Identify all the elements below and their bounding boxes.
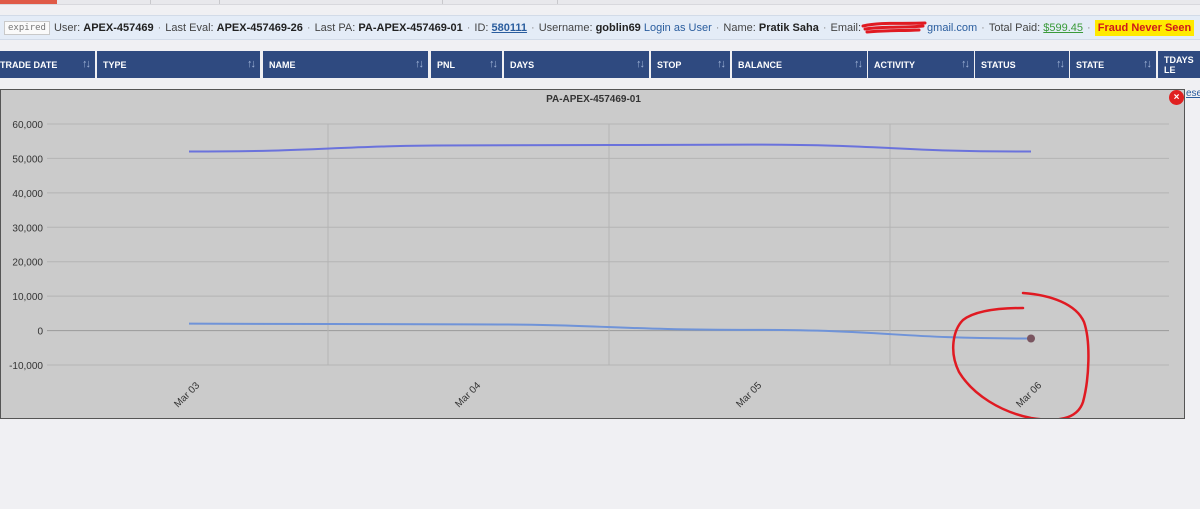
email-label: Email: bbox=[830, 21, 862, 34]
column-header-days[interactable]: DAYS ↑↓ bbox=[504, 51, 649, 78]
tab-separator bbox=[150, 0, 151, 4]
y-tick-label: -10,000 bbox=[9, 361, 43, 372]
y-tick-label: 10,000 bbox=[12, 292, 43, 303]
sort-icon[interactable]: ↑↓ bbox=[82, 58, 91, 70]
tab-separator bbox=[557, 0, 558, 4]
y-tick-label: 50,000 bbox=[12, 154, 43, 165]
redaction-scribble bbox=[861, 20, 927, 36]
sort-icon[interactable]: ↑↓ bbox=[636, 58, 645, 70]
username-label: Username: bbox=[538, 21, 593, 34]
separator: · bbox=[306, 21, 311, 34]
separator: · bbox=[466, 21, 471, 34]
column-header-activity[interactable]: ACTIVITY ↑↓ bbox=[868, 51, 974, 78]
column-header-label: STATE bbox=[1076, 59, 1105, 70]
sort-icon[interactable]: ↑↓ bbox=[1143, 58, 1152, 70]
line-chart: 60,000 50,000 40,000 30,000 20,000 10,000 0 -10… bbox=[9, 120, 1169, 418]
y-tick-label: 60,000 bbox=[12, 120, 43, 131]
tab-separator bbox=[219, 0, 220, 4]
id-link[interactable]: 580111 bbox=[492, 22, 528, 34]
separator: · bbox=[981, 21, 985, 34]
last-pa-label: Last PA: bbox=[314, 21, 356, 34]
sort-icon[interactable]: ↑↓ bbox=[1056, 58, 1065, 70]
sort-icon[interactable]: ↑↓ bbox=[415, 58, 424, 70]
status-badge: expired bbox=[4, 20, 50, 35]
last-eval-value: APEX-457469-26 bbox=[216, 21, 303, 34]
reset-zoom-link[interactable]: eset bbox=[1186, 88, 1200, 99]
separator: · bbox=[157, 21, 162, 34]
y-tick-label: 20,000 bbox=[12, 258, 43, 269]
x-tick-label: Mar 06 bbox=[1014, 380, 1044, 410]
active-tab-indicator[interactable] bbox=[0, 0, 57, 4]
last-pa-value: PA-APEX-457469-01 bbox=[358, 21, 463, 34]
column-header-label: TYPE bbox=[103, 59, 127, 70]
sort-icon[interactable]: ↑↓ bbox=[489, 58, 498, 70]
column-header-trade-date[interactable]: TRADE DATE ↑↓ bbox=[0, 51, 95, 78]
separator: · bbox=[715, 21, 720, 34]
column-header-type[interactable]: TYPE ↑↓ bbox=[97, 51, 260, 78]
column-header-label: ACTIVITY bbox=[874, 59, 916, 70]
fraud-status-badge: Fraud Never Seen bbox=[1094, 19, 1195, 36]
sort-icon[interactable]: ↑↓ bbox=[247, 58, 256, 70]
email-value[interactable]: gmail.com bbox=[927, 22, 977, 34]
column-header-status[interactable]: STATUS ↑↓ bbox=[975, 51, 1069, 78]
column-header-label: NAME bbox=[269, 59, 296, 70]
username-value: goblin69 bbox=[595, 21, 641, 34]
total-paid-label: Total Paid: bbox=[988, 21, 1041, 34]
column-header-label: PNL bbox=[437, 59, 455, 70]
column-header-tdays-left[interactable]: TDAYS LE bbox=[1158, 51, 1200, 78]
user-label: User: bbox=[53, 21, 81, 34]
sort-icon[interactable]: ↑↓ bbox=[717, 58, 726, 70]
column-header-label: DAYS bbox=[510, 59, 535, 70]
separator: · bbox=[1087, 21, 1091, 34]
highlighted-data-point bbox=[1027, 334, 1035, 343]
column-header-label: TDAYS LE bbox=[1164, 54, 1194, 75]
sort-icon[interactable]: ↑↓ bbox=[961, 58, 970, 70]
x-tick-label: Mar 03 bbox=[172, 380, 202, 410]
x-tick-label: Mar 04 bbox=[453, 380, 483, 410]
tab-separator bbox=[442, 0, 443, 4]
column-header-state[interactable]: STATE ↑↓ bbox=[1070, 51, 1156, 78]
sort-icon[interactable]: ↑↓ bbox=[854, 58, 863, 70]
name-value: Pratik Saha bbox=[758, 21, 819, 34]
column-header-pnl[interactable]: PNL ↑↓ bbox=[431, 51, 502, 78]
close-icon[interactable]: × bbox=[1169, 90, 1184, 105]
column-header-balance[interactable]: BALANCE ↑↓ bbox=[732, 51, 867, 78]
login-as-user-link[interactable]: Login as User bbox=[644, 22, 712, 34]
separator: · bbox=[531, 21, 535, 34]
x-tick-label: Mar 05 bbox=[734, 380, 764, 410]
separator: · bbox=[822, 21, 827, 34]
column-header-label: STOP bbox=[657, 59, 682, 70]
trades-table-header: TRADE DATE ↑↓ TYPE ↑↓ NAME ↑↓ PNL ↑↓ DAYS ↑↓ … bbox=[0, 51, 1200, 78]
id-label: ID: bbox=[474, 21, 489, 34]
column-header-label: STATUS bbox=[981, 59, 1016, 70]
series-line-lower bbox=[188, 322, 1032, 340]
y-tick-label: 0 bbox=[37, 327, 43, 338]
column-header-label: BALANCE bbox=[738, 59, 782, 70]
tab-strip bbox=[0, 0, 1200, 5]
chart-panel: PA-APEX-457469-01 60,000 50,000 40,000 30,0… bbox=[0, 89, 1185, 419]
column-header-label: TRADE DATE bbox=[0, 59, 58, 70]
name-label: Name: bbox=[723, 21, 756, 34]
y-tick-label: 40,000 bbox=[12, 189, 43, 200]
user-value: APEX-457469 bbox=[83, 21, 154, 34]
account-info-bar: expired User: APEX-457469 · Last Eval: A… bbox=[0, 15, 1200, 40]
last-eval-label: Last Eval: bbox=[165, 21, 214, 34]
column-header-name[interactable]: NAME ↑↓ bbox=[263, 51, 428, 78]
column-header-stop[interactable]: STOP ↑↓ bbox=[651, 51, 730, 78]
series-line-upper bbox=[188, 143, 1032, 153]
total-paid-value[interactable]: $599.45 bbox=[1043, 22, 1083, 34]
y-tick-label: 30,000 bbox=[12, 223, 43, 234]
